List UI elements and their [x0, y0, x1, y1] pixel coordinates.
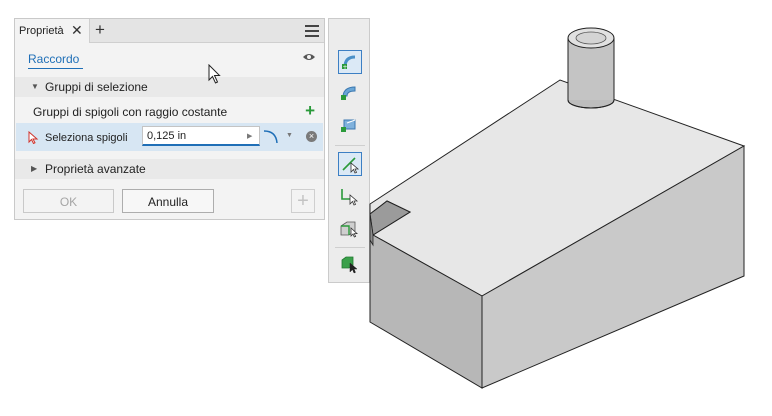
mouse-pointer-icon: [208, 64, 221, 84]
section-advanced-properties[interactable]: ▶ Proprietà avanzate: [15, 159, 324, 179]
eye-icon[interactable]: [302, 52, 316, 62]
fillet-profile-icon[interactable]: [262, 128, 282, 146]
clear-icon[interactable]: ×: [306, 131, 317, 142]
feature-name-field[interactable]: Raccordo: [28, 52, 83, 69]
add-group-icon[interactable]: +: [305, 102, 315, 119]
chevron-down-icon[interactable]: ▼: [286, 132, 293, 139]
radius-input[interactable]: [142, 126, 260, 146]
edge-groups-label: Gruppi di spigoli con raggio costante: [33, 105, 228, 119]
tab-properties-label: Proprietà: [19, 25, 64, 37]
section-advanced-label: Proprietà avanzate: [45, 162, 146, 176]
tab-properties[interactable]: Proprietà ✕: [15, 19, 90, 43]
section-selection-groups-label: Gruppi di selezione: [45, 80, 148, 94]
panel-tab-bar: Proprietà ✕ +: [15, 19, 324, 43]
expand-down-icon: ▼: [31, 82, 39, 91]
select-cursor-icon: [28, 131, 39, 144]
close-icon[interactable]: ✕: [71, 23, 83, 37]
select-edges-label: Seleziona spigoli: [45, 132, 128, 144]
cancel-button[interactable]: Annulla: [122, 189, 214, 213]
input-menu-arrow-icon[interactable]: ▶: [247, 132, 252, 140]
hamburger-menu-icon[interactable]: [305, 25, 319, 37]
ok-button[interactable]: OK: [23, 189, 114, 213]
part-3d-model[interactable]: [340, 20, 760, 410]
selection-row[interactable]: Seleziona spigoli ▶ ▼ ×: [16, 123, 323, 151]
section-selection-groups[interactable]: ▼ Gruppi di selezione: [15, 77, 324, 97]
add-button[interactable]: +: [291, 189, 315, 213]
properties-panel: Proprietà ✕ + Raccordo ▼ Gruppi di selez…: [14, 18, 325, 220]
add-tab-icon[interactable]: +: [95, 21, 105, 39]
expand-right-icon: ▶: [31, 164, 38, 173]
